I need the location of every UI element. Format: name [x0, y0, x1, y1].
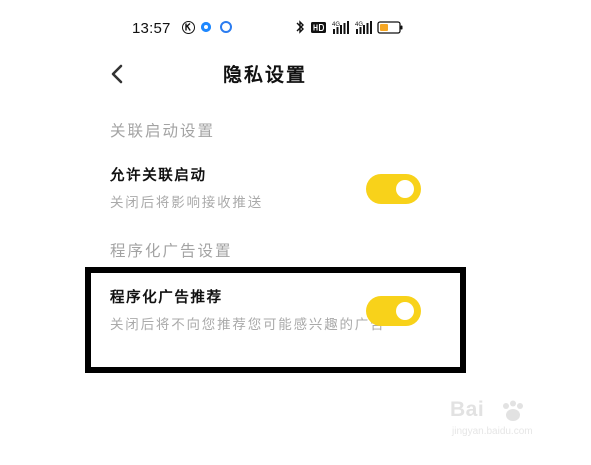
signal-4g-icon-2: 4G [355, 21, 372, 34]
back-button[interactable] [106, 62, 130, 86]
allow-association-toggle[interactable] [366, 174, 421, 204]
status-time: 13:57 [132, 20, 171, 37]
battery-icon [377, 21, 403, 34]
bluetooth-icon [296, 20, 304, 34]
status-right-icons: 4G 4G [295, 19, 415, 39]
section-title-programmatic-ads: 程序化广告设置 [110, 242, 233, 260]
chevron-left-icon [111, 64, 123, 84]
k-circle-icon [182, 21, 195, 34]
q-app-icon [220, 21, 232, 33]
page-title: 隐私设置 [223, 64, 308, 86]
setting-label: 允许关联启动 [110, 168, 207, 184]
setting-description: 关闭后将影响接收推送 [110, 195, 263, 211]
hd-icon [311, 22, 326, 33]
paw-icon [500, 400, 526, 428]
toggle-knob [396, 180, 414, 198]
section-title-association: 关联启动设置 [110, 122, 216, 140]
highlight-frame [85, 267, 466, 373]
svg-text:4G: 4G [355, 22, 363, 28]
watermark: Bai jingyan.baidu.com [450, 398, 580, 448]
signal-4g-icon: 4G [332, 21, 349, 34]
page: 13:57 4G 4G 隐私设置 关联启动设置 允许关联启动 关闭后将影响接收推… [0, 0, 591, 465]
header: 隐私设置 [0, 50, 591, 94]
watermark-logo: Bai [450, 398, 485, 421]
watermark-url: jingyan.baidu.com [452, 426, 533, 437]
svg-text:4G: 4G [332, 22, 340, 28]
blue-dot-icon [201, 22, 211, 32]
status-bar: 13:57 4G 4G [0, 0, 591, 44]
